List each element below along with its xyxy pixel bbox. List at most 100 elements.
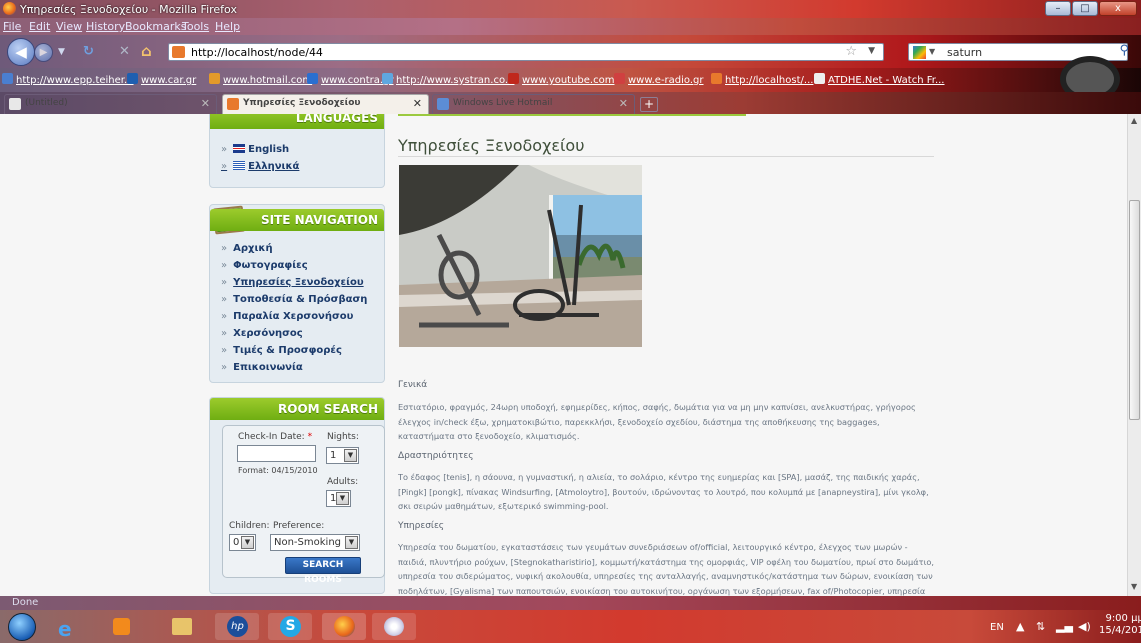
language-english[interactable]: » English (221, 144, 289, 155)
nav-beach[interactable]: » Παραλία Χερσονήσου (221, 311, 353, 322)
start-button[interactable] (3, 611, 41, 642)
firefox-icon (334, 616, 355, 637)
nav-location-access[interactable]: » Τοποθεσία & Πρόσβαση (221, 294, 367, 305)
languages-box: LANGUAGES » English » Ελληνικά (209, 114, 385, 188)
media-player-taskbar-icon[interactable] (100, 613, 144, 640)
bookmark-item[interactable]: http://www.systran.co... (382, 73, 514, 86)
vertical-scrollbar[interactable]: ▲ ▼ (1127, 114, 1141, 596)
stop-icon[interactable]: ✕ (119, 44, 130, 59)
section-heading: Δραστηριότητες (398, 451, 474, 461)
preference-select[interactable]: Non-Smoking ▼ (270, 534, 360, 551)
firefox-taskbar-icon[interactable] (322, 613, 366, 640)
hp-taskbar-icon[interactable]: hp (215, 613, 259, 640)
adults-select[interactable]: 1 ▼ (326, 490, 351, 507)
menu-history[interactable]: History (86, 20, 125, 33)
system-tray: EN ▲ ⇅ ▂▄ ◀) 9:00 μμ 15/4/2010 (985, 610, 1141, 643)
tab-hotel-services[interactable]: Υπηρεσίες Ξενοδοχείου ✕ (222, 94, 429, 114)
close-tab-icon[interactable]: ✕ (201, 97, 210, 110)
bookmark-item[interactable]: ATDHE.Net - Watch Fr... (814, 73, 944, 86)
close-tab-icon[interactable]: ✕ (413, 97, 422, 110)
tab-untitled[interactable]: (Untitled) ✕ (4, 94, 217, 114)
volume-icon[interactable]: ◀) (1078, 620, 1091, 633)
bookmark-star-icon[interactable]: ☆ (845, 44, 857, 59)
bookmark-item[interactable]: www.youtube.com (508, 73, 614, 86)
date-format-hint: Format: 04/15/2010 (238, 466, 318, 475)
history-dropdown-icon[interactable]: ▼ (58, 47, 65, 57)
youtube-icon (508, 73, 519, 84)
bookmarks-toolbar: http://www.epp.teiher... www.car.gr www.… (0, 56, 1141, 102)
menu-edit[interactable]: Edit (29, 20, 50, 33)
scroll-thumb[interactable] (1129, 200, 1140, 420)
checkin-label: Check-In Date: * (238, 432, 313, 442)
maximize-button[interactable]: □ (1072, 1, 1098, 16)
reload-icon[interactable]: ↻ (83, 44, 94, 59)
nav-hotel-services[interactable]: » Υπηρεσίες Ξενοδοχείου (221, 277, 364, 288)
scroll-down-icon[interactable]: ▼ (1131, 582, 1137, 591)
search-input-value: saturn (947, 46, 983, 59)
menu-tools[interactable]: Tools (182, 20, 209, 33)
nav-prices-offers[interactable]: » Τιμές & Προσφορές (221, 345, 342, 356)
url-bar[interactable]: http://localhost/node/44 ☆ ▼ (168, 43, 884, 61)
menu-bookmarks[interactable]: Bookmarks (125, 20, 186, 33)
bookmark-icon (307, 73, 318, 84)
chevron-down-icon: ▼ (241, 536, 254, 549)
url-text: http://localhost/node/44 (191, 46, 323, 59)
nights-label: Nights: (327, 432, 359, 442)
back-button[interactable]: ◀ (7, 38, 35, 66)
forward-button[interactable]: ▶ (34, 43, 53, 62)
bookmark-item[interactable]: www.car.gr (127, 73, 196, 86)
scroll-up-icon[interactable]: ▲ (1131, 116, 1137, 125)
skype-icon: S (280, 616, 301, 637)
checkin-date-input[interactable] (237, 445, 316, 462)
nav-hersonissos[interactable]: » Χερσόνησος (221, 328, 303, 339)
home-icon[interactable]: ⌂ (141, 42, 152, 60)
show-hidden-icons-icon[interactable]: ▲ (1016, 620, 1024, 633)
nav-photos[interactable]: » Φωτογραφίες (221, 260, 308, 271)
explorer-taskbar-icon[interactable] (160, 613, 204, 640)
section-text: Υπηρεσία του δωματίου, εγκαταστάσεις των… (398, 542, 934, 596)
close-button[interactable]: x (1099, 1, 1137, 16)
clock[interactable]: 9:00 μμ 15/4/2010 (1099, 613, 1141, 637)
engine-dropdown-icon[interactable]: ▼ (929, 47, 935, 56)
signal-icon[interactable]: ▂▄ (1056, 620, 1073, 633)
page-icon (9, 98, 21, 110)
menu-file[interactable]: File (3, 20, 21, 33)
search-icon[interactable]: ⚲ (1119, 43, 1129, 58)
network-icon[interactable]: ⇅ (1036, 620, 1045, 633)
bookmark-icon (382, 73, 393, 84)
language-indicator[interactable]: EN (990, 622, 1004, 633)
greek-flag-icon (233, 161, 246, 170)
bookmark-item[interactable]: http://www.epp.teiher... (2, 73, 134, 86)
firefox-icon (3, 2, 16, 15)
page-content: LANGUAGES » English » Ελληνικά SITE NAVIGA… (0, 114, 1127, 596)
search-engine-icon[interactable] (913, 46, 926, 59)
hp-icon: hp (227, 616, 248, 637)
bookmark-item[interactable]: www.contra.gr (307, 73, 394, 86)
nights-select[interactable]: 1 ▼ (326, 447, 359, 464)
bookmark-item[interactable]: http://localhost/... (711, 73, 813, 86)
firefox-window: Υπηρεσίες Ξενοδοχείου - Mozilla Firefox … (0, 0, 1141, 643)
palette-icon (384, 617, 404, 636)
menu-bar: File Edit View History Bookmarks Tools H… (0, 18, 1141, 35)
paint-taskbar-icon[interactable] (372, 613, 416, 640)
menu-view[interactable]: View (56, 20, 82, 33)
ie-taskbar-icon[interactable]: e (45, 613, 89, 641)
close-tab-icon[interactable]: ✕ (619, 97, 628, 110)
folder-icon (172, 618, 192, 635)
children-select[interactable]: 0 ▼ (229, 534, 256, 551)
nav-contact[interactable]: » Επικοινωνία (221, 362, 303, 373)
nav-home[interactable]: » Αρχική (221, 243, 273, 254)
preference-label: Preference: (273, 521, 325, 531)
minimize-button[interactable]: – (1045, 1, 1071, 16)
menu-help[interactable]: Help (215, 20, 240, 33)
language-greek[interactable]: » Ελληνικά (221, 161, 299, 172)
bookmark-item[interactable]: www.hotmail.com (209, 73, 312, 86)
search-rooms-button[interactable]: SEARCH ROOMS (285, 557, 361, 585)
bookmark-icon (711, 73, 722, 84)
skype-taskbar-icon[interactable]: S (268, 613, 312, 640)
url-dropdown-icon[interactable]: ▼ (868, 46, 875, 56)
bookmark-item[interactable]: www.e-radio.gr (614, 73, 704, 86)
tab-hotmail[interactable]: Windows Live Hotmail ✕ (432, 94, 635, 114)
new-tab-button[interactable]: + (640, 97, 658, 112)
title-bar: Υπηρεσίες Ξενοδοχείου - Mozilla Firefox … (0, 0, 1141, 18)
